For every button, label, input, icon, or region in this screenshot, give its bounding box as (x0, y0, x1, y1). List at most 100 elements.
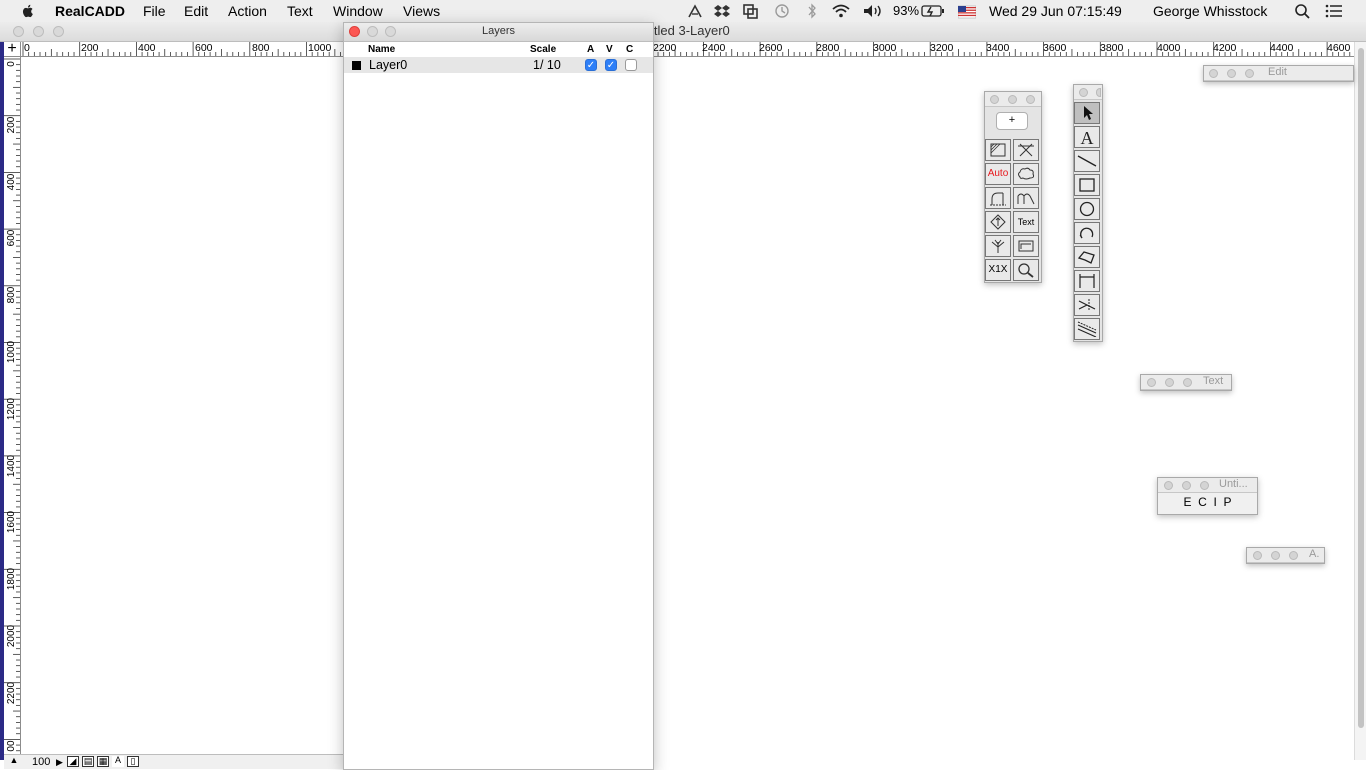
untitled-palette-titlebar[interactable]: Unti... (1158, 478, 1257, 493)
text-tool-icon[interactable]: A (1074, 126, 1100, 148)
edit-palette-titlebar[interactable]: Edit (1204, 66, 1353, 81)
table-row[interactable]: Layer0 1/ 10 ✓ ✓ (344, 57, 653, 73)
zoom-dropdown-arrow-icon[interactable]: ▶ (56, 755, 63, 769)
a-palette-minimize-button[interactable] (1271, 551, 1280, 560)
battery-icon[interactable] (921, 3, 945, 19)
apple-menu-icon[interactable] (20, 3, 36, 19)
rectangle-tool-icon[interactable] (1074, 174, 1100, 196)
horizontal-ruler[interactable]: 0 200 400 600 800 1000 2200 2400 2600 28… (4, 42, 1354, 57)
notification-center-icon[interactable] (1325, 3, 1343, 19)
ruler-origin-crosshair-icon[interactable]: + (4, 41, 21, 57)
text-palette-zoom-button[interactable] (1183, 378, 1192, 387)
clock[interactable]: Wed 29 Jun 07:15:49 (989, 0, 1122, 22)
layer-scale[interactable]: 1/ 10 (533, 58, 561, 72)
cut-line-tool-icon[interactable] (1074, 294, 1100, 316)
menu-file[interactable]: File (143, 0, 166, 22)
page-icon[interactable]: ▯ (127, 756, 139, 767)
menu-views[interactable]: Views (403, 0, 440, 22)
column-header-a[interactable]: A (587, 44, 594, 55)
text-palette[interactable]: Text (1140, 374, 1232, 391)
column-header-v[interactable]: V (606, 44, 613, 55)
chart-view-icon[interactable]: ◢ (67, 756, 79, 767)
construction-palette-minimize-button[interactable] (1008, 95, 1017, 104)
scroll-up-arrow-icon[interactable]: ▲ (8, 756, 20, 767)
a-palette[interactable]: A. (1246, 547, 1325, 564)
column-header-scale[interactable]: Scale (530, 44, 556, 55)
signal-tray-icon[interactable] (686, 3, 704, 19)
toolbox-titlebar[interactable] (1074, 85, 1102, 100)
cloud-tool-icon[interactable] (1013, 163, 1039, 185)
layer-active-checkbox[interactable]: ✓ (585, 59, 597, 71)
font-icon[interactable]: A (112, 756, 124, 767)
dimension-tool-icon[interactable] (1074, 270, 1100, 292)
edit-palette-minimize-button[interactable] (1227, 69, 1236, 78)
toolbox-minimize-button[interactable] (1096, 88, 1101, 97)
zoom-tool-icon[interactable] (1013, 259, 1039, 281)
vertical-scrollbar-thumb[interactable] (1358, 48, 1364, 728)
bluetooth-icon[interactable] (803, 3, 821, 19)
layer-color-swatch[interactable] (352, 61, 361, 70)
edit-palette-zoom-button[interactable] (1245, 69, 1254, 78)
print-icon[interactable]: ▤ (82, 756, 94, 767)
zoom-level[interactable]: 100 (32, 755, 50, 769)
layer-visible-checkbox[interactable]: ✓ (605, 59, 617, 71)
text-palette-minimize-button[interactable] (1165, 378, 1174, 387)
a-palette-zoom-button[interactable] (1289, 551, 1298, 560)
multiply-tool-button[interactable]: X1X (985, 259, 1011, 281)
untitled-palette-close-button[interactable] (1164, 481, 1173, 490)
select-arrow-tool-icon[interactable] (1074, 102, 1100, 124)
image-tool-icon[interactable] (1013, 235, 1039, 257)
hatch-tool-icon[interactable] (985, 139, 1011, 161)
time-machine-icon[interactable] (773, 3, 791, 19)
vertical-ruler[interactable]: 0 200 400 600 800 1000 1200 1400 1600 18… (4, 56, 21, 758)
edit-palette[interactable]: Edit (1203, 65, 1354, 82)
zoom-window-button[interactable] (53, 26, 64, 37)
wifi-icon[interactable] (831, 3, 850, 19)
menu-edit[interactable]: Edit (184, 0, 208, 22)
menu-action[interactable]: Action (228, 0, 267, 22)
volume-icon[interactable] (862, 3, 881, 19)
layer-c-checkbox[interactable] (625, 59, 637, 71)
column-header-name[interactable]: Name (368, 44, 395, 55)
spline-tool-icon[interactable] (1013, 187, 1039, 209)
drawing-window-titlebar[interactable]: itled 3-Layer0 (0, 22, 1366, 42)
spotlight-search-icon[interactable] (1294, 3, 1312, 19)
app-name-menu[interactable]: RealCADD (55, 0, 125, 22)
construction-palette-zoom-button[interactable] (1026, 95, 1035, 104)
construction-palette-close-button[interactable] (990, 95, 999, 104)
a-palette-close-button[interactable] (1253, 551, 1262, 560)
minimize-window-button[interactable] (33, 26, 44, 37)
battery-percent[interactable]: 93% (893, 0, 919, 22)
symbol-tool-icon[interactable] (985, 211, 1011, 233)
arc-tool-icon[interactable] (1074, 222, 1100, 244)
menu-window[interactable]: Window (333, 0, 383, 22)
text-palette-close-button[interactable] (1147, 378, 1156, 387)
text-block-tool-button[interactable]: Text (1013, 211, 1039, 233)
untitled-palette-zoom-button[interactable] (1200, 481, 1209, 490)
circle-tool-icon[interactable] (1074, 198, 1100, 220)
toolbox-close-button[interactable] (1079, 88, 1088, 97)
menu-text[interactable]: Text (287, 0, 313, 22)
layout-icon[interactable]: ▦ (97, 756, 109, 767)
close-window-button[interactable] (13, 26, 24, 37)
edit-palette-close-button[interactable] (1209, 69, 1218, 78)
fillet-tool-icon[interactable] (985, 187, 1011, 209)
dropbox-icon[interactable] (713, 3, 731, 19)
column-header-c[interactable]: C (626, 44, 633, 55)
trim-tool-icon[interactable] (1013, 139, 1039, 161)
a-palette-titlebar[interactable]: A. (1247, 548, 1324, 563)
copy-tray-icon[interactable] (742, 3, 760, 19)
vertical-scrollbar[interactable] (1354, 42, 1366, 760)
auto-tool-button[interactable]: Auto (985, 163, 1011, 185)
parallel-line-tool-icon[interactable] (1074, 318, 1100, 340)
layers-window-titlebar[interactable]: Layers (344, 23, 653, 42)
construction-palette-titlebar[interactable] (985, 92, 1041, 107)
us-flag-icon[interactable] (957, 3, 978, 19)
ecip-buttons[interactable]: E C I P (1158, 495, 1257, 509)
text-palette-titlebar[interactable]: Text (1141, 375, 1231, 390)
polygon-tool-icon[interactable] (1074, 246, 1100, 268)
tree-tool-icon[interactable] (985, 235, 1011, 257)
layer-name[interactable]: Layer0 (369, 58, 407, 72)
user-name[interactable]: George Whisstock (1153, 0, 1267, 22)
untitled-palette-minimize-button[interactable] (1182, 481, 1191, 490)
